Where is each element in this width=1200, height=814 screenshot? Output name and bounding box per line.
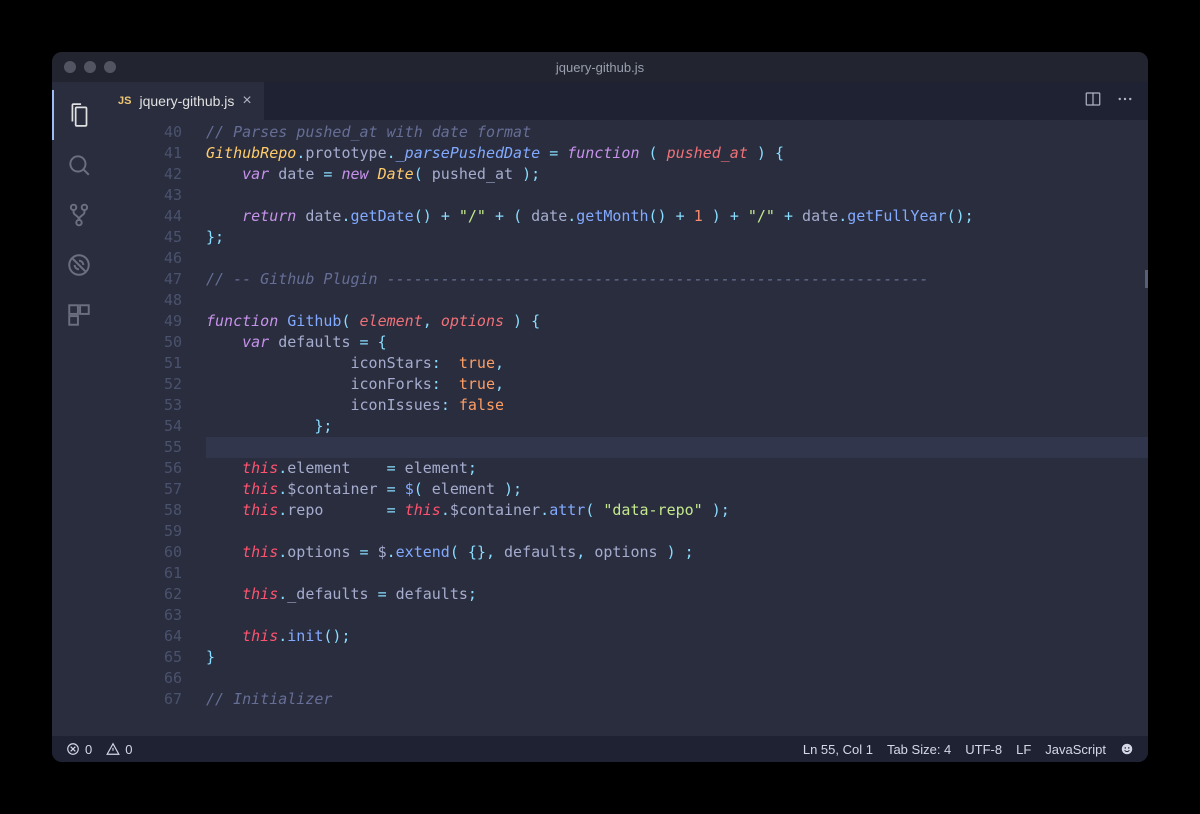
close-window-button[interactable] — [64, 61, 76, 73]
status-warnings[interactable]: 0 — [106, 742, 132, 757]
scrollbar-indicator[interactable] — [1145, 270, 1148, 288]
more-actions-icon[interactable] — [1116, 90, 1134, 113]
status-bar: 0 0 Ln 55, Col 1 Tab Size: 4 UTF-8 LF Ja… — [52, 736, 1148, 762]
status-tabsize[interactable]: Tab Size: 4 — [887, 742, 951, 757]
window-title: jquery-github.js — [556, 60, 644, 75]
code-editor[interactable]: 4041424344454647484950515253545556575859… — [106, 120, 1148, 736]
tab-bar: JS jquery-github.js × — [106, 82, 1148, 120]
status-language[interactable]: JavaScript — [1045, 742, 1106, 757]
file-tab[interactable]: JS jquery-github.js × — [106, 82, 264, 120]
editor-window: jquery-github.js JS — [52, 52, 1148, 762]
status-encoding[interactable]: UTF-8 — [965, 742, 1002, 757]
status-errors[interactable]: 0 — [66, 742, 92, 757]
search-icon[interactable] — [52, 140, 106, 190]
titlebar[interactable]: jquery-github.js — [52, 52, 1148, 82]
extensions-icon[interactable] — [52, 290, 106, 340]
editor-area: JS jquery-github.js × 404142434445464748… — [106, 82, 1148, 736]
close-tab-icon[interactable]: × — [242, 92, 251, 110]
line-gutter: 4041424344454647484950515253545556575859… — [106, 122, 206, 736]
status-cursor[interactable]: Ln 55, Col 1 — [803, 742, 873, 757]
explorer-icon[interactable] — [52, 90, 106, 140]
status-eol[interactable]: LF — [1016, 742, 1031, 757]
file-tab-label: jquery-github.js — [139, 93, 234, 109]
source-control-icon[interactable] — [52, 190, 106, 240]
minimize-window-button[interactable] — [84, 61, 96, 73]
maximize-window-button[interactable] — [104, 61, 116, 73]
window-controls — [64, 61, 116, 73]
code-content[interactable]: // Parses pushed_at with date formatGith… — [206, 122, 1148, 736]
debug-icon[interactable] — [52, 240, 106, 290]
main-area: JS jquery-github.js × 404142434445464748… — [52, 82, 1148, 736]
status-feedback-icon[interactable] — [1120, 742, 1134, 756]
split-editor-icon[interactable] — [1084, 90, 1102, 113]
activity-bar — [52, 82, 106, 736]
file-lang-badge: JS — [118, 95, 131, 107]
